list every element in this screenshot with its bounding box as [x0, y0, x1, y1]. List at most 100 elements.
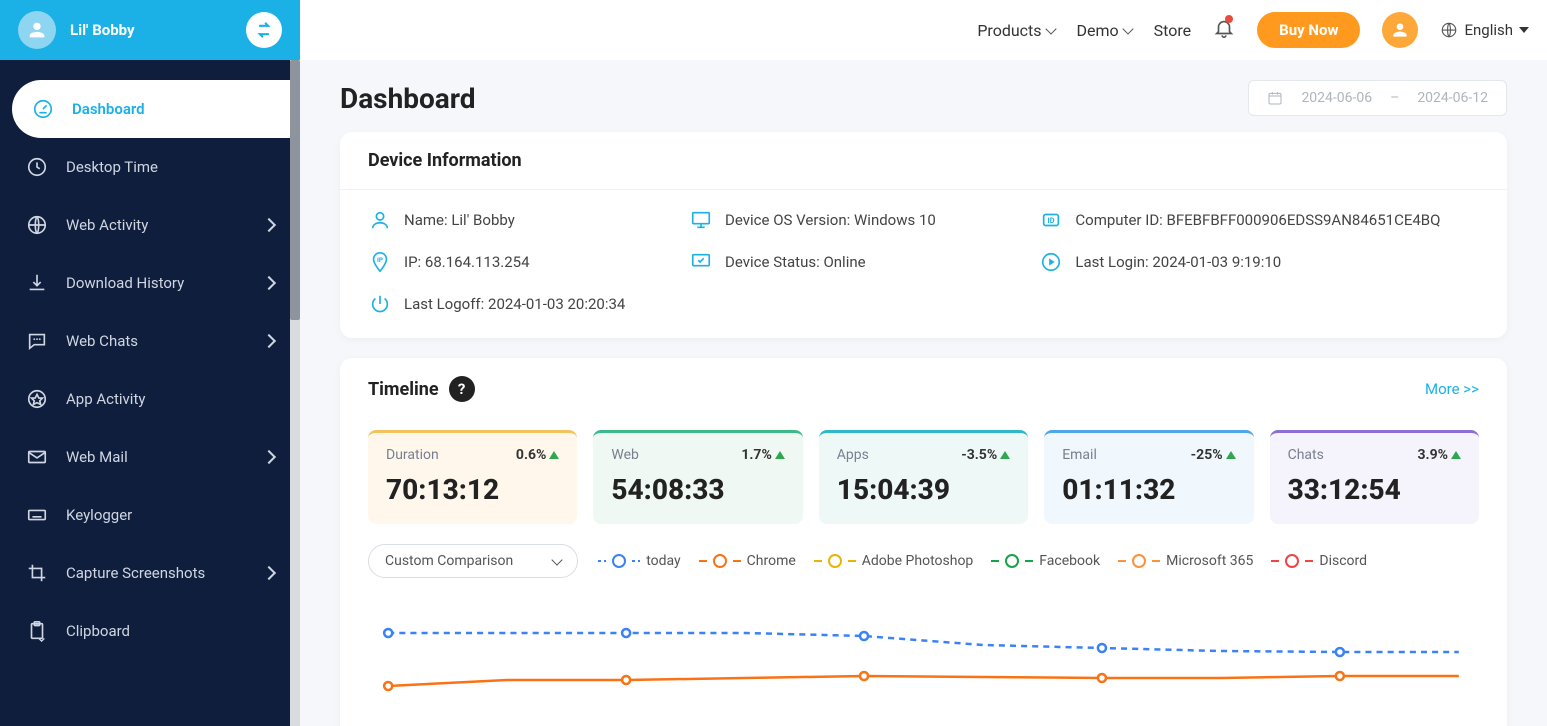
legend-dot — [1132, 554, 1146, 568]
scrollbar-thumb[interactable] — [290, 60, 300, 320]
globe-icon — [1440, 21, 1458, 39]
legend-label: Facebook — [1039, 553, 1100, 569]
tile-pct: 0.6% — [516, 447, 559, 463]
page-content: Dashboard 2024-06-06 – 2024-06-12 Device… — [300, 60, 1547, 726]
chart-controls: Custom Comparison today Chrome Adobe Photo… — [368, 544, 1479, 578]
language-selector[interactable]: English — [1440, 21, 1529, 39]
tile-value: 70:13:12 — [386, 473, 559, 506]
sidebar-item-label: Clipboard — [66, 622, 130, 640]
status-icon — [689, 250, 713, 274]
caret-down-icon — [1519, 27, 1529, 33]
nav-products-label: Products — [977, 21, 1041, 40]
person-icon — [368, 208, 392, 232]
arrow-up-icon — [775, 451, 785, 459]
clipboard-icon — [26, 620, 48, 642]
sidebar-item-label: App Activity — [66, 390, 145, 408]
monitor-icon — [689, 208, 713, 232]
power-icon — [368, 292, 392, 316]
more-link[interactable]: More >> — [1425, 380, 1479, 398]
nav-products[interactable]: Products — [977, 21, 1054, 40]
nav-store-label: Store — [1154, 21, 1191, 40]
timeline-chart — [368, 598, 1479, 726]
topbar: Products Demo Store Buy Now English — [300, 0, 1547, 60]
tile-email[interactable]: Email-25%01:11:32 — [1044, 430, 1253, 524]
sidebar-item-keylogger[interactable]: Keylogger — [0, 486, 300, 544]
chat-icon — [26, 330, 48, 352]
tile-apps[interactable]: Apps-3.5%15:04:39 — [819, 430, 1028, 524]
tile-chats[interactable]: Chats3.9%33:12:54 — [1270, 430, 1479, 524]
legend-label: Chrome — [747, 553, 796, 569]
compare-label: Custom Comparison — [385, 553, 513, 569]
info-status: Device Status: Online — [689, 250, 1011, 274]
legend-item[interactable]: Microsoft 365 — [1118, 553, 1253, 569]
chevron-right-icon — [262, 334, 276, 348]
tile-pct: 3.9% — [1418, 447, 1461, 463]
globe-icon — [26, 214, 48, 236]
legend-item[interactable]: Adobe Photoshop — [814, 553, 974, 569]
sidebar: Lil' Bobby DashboardDesktop TimeWeb Acti… — [0, 0, 300, 726]
page-title: Dashboard — [340, 82, 476, 115]
crop-icon — [26, 562, 48, 584]
sidebar-item-web-chats[interactable]: Web Chats — [0, 312, 300, 370]
chart-point — [860, 632, 868, 640]
sidebar-item-web-activity[interactable]: Web Activity — [0, 196, 300, 254]
help-icon[interactable]: ? — [449, 376, 475, 402]
sidebar-item-app-activity[interactable]: App Activity — [0, 370, 300, 428]
date-range-picker[interactable]: 2024-06-06 – 2024-06-12 — [1248, 80, 1507, 116]
chart-line — [388, 633, 1459, 652]
profile-button[interactable] — [1382, 12, 1418, 48]
chevron-right-icon — [262, 450, 276, 464]
sidebar-item-label: Web Mail — [66, 448, 128, 466]
device-info-card: Device Information Name: Lil' Bobby Devi… — [340, 132, 1507, 338]
tile-duration[interactable]: Duration 0.6% 70:13:12 — [368, 430, 577, 524]
tile-value: 15:04:39 — [837, 473, 1010, 506]
timeline-card: Timeline ? More >> Duration 0.6% 70:13:12 W… — [340, 358, 1507, 726]
nav-demo[interactable]: Demo — [1077, 21, 1132, 40]
nav-store[interactable]: Store — [1154, 21, 1191, 40]
chevron-down-icon — [1045, 23, 1056, 34]
svg-text:IP: IP — [377, 256, 383, 264]
chevron-down-icon — [552, 554, 563, 565]
tile-label: Web — [611, 447, 639, 463]
sidebar-scrollbar[interactable] — [290, 60, 300, 726]
sidebar-item-label: Download History — [66, 274, 184, 292]
person-icon — [26, 19, 48, 41]
tile-web[interactable]: Web1.7%54:08:33 — [593, 430, 802, 524]
page-header: Dashboard 2024-06-06 – 2024-06-12 — [340, 80, 1507, 116]
legend-item[interactable]: Chrome — [699, 553, 796, 569]
main-area: Products Demo Store Buy Now English Dash… — [300, 0, 1547, 726]
sidebar-item-label: Capture Screenshots — [66, 564, 205, 582]
user-avatar[interactable] — [18, 11, 56, 49]
chevron-right-icon — [262, 276, 276, 290]
info-logoff: Last Logoff: 2024-01-03 20:20:34 — [368, 292, 661, 316]
gauge-icon — [32, 98, 54, 120]
chart-point — [860, 672, 868, 680]
notifications-button[interactable] — [1213, 17, 1235, 43]
sidebar-item-capture-screenshots[interactable]: Capture Screenshots — [0, 544, 300, 602]
sidebar-item-web-mail[interactable]: Web Mail — [0, 428, 300, 486]
legend-item[interactable]: today — [598, 553, 680, 569]
swap-icon — [254, 20, 274, 40]
timeline-tiles: Duration 0.6% 70:13:12 Web1.7%54:08:33Apps-… — [340, 420, 1507, 544]
device-info-grid: Name: Lil' Bobby Device OS Version: Wind… — [340, 190, 1507, 338]
chart-point — [384, 682, 392, 690]
tile-label: Duration — [386, 447, 439, 463]
sidebar-item-clipboard[interactable]: Clipboard — [0, 602, 300, 660]
sidebar-item-dashboard[interactable]: Dashboard — [12, 80, 300, 138]
chart-line — [388, 676, 1459, 686]
keyboard-icon — [26, 504, 48, 526]
legend-label: Microsoft 365 — [1166, 553, 1253, 569]
compare-dropdown[interactable]: Custom Comparison — [368, 544, 578, 578]
buy-now-button[interactable]: Buy Now — [1257, 12, 1360, 48]
date-from: 2024-06-06 — [1301, 90, 1372, 106]
chart-legend: today Chrome Adobe Photoshop Facebook Micros… — [598, 553, 1367, 569]
tile-value: 01:11:32 — [1062, 473, 1235, 506]
sidebar-item-desktop-time[interactable]: Desktop Time — [0, 138, 300, 196]
timeline-title: Timeline — [368, 379, 439, 400]
sidebar-item-download-history[interactable]: Download History — [0, 254, 300, 312]
swap-button[interactable] — [246, 12, 282, 48]
info-os: Device OS Version: Windows 10 — [689, 208, 1011, 232]
legend-item[interactable]: Facebook — [991, 553, 1100, 569]
chart-point — [1098, 644, 1106, 652]
legend-item[interactable]: Discord — [1271, 553, 1367, 569]
